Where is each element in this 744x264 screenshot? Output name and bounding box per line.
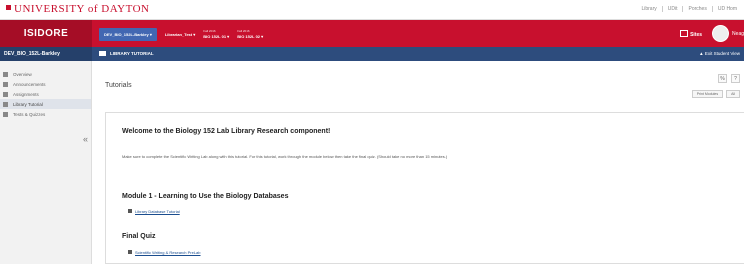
all-button[interactable]: All (726, 90, 740, 98)
book-icon (99, 51, 106, 56)
quiz-link[interactable]: Scientific Writing & Research PreLab (128, 250, 201, 255)
module-link-label: Library Database Tutorial (135, 209, 180, 214)
tool-title: LIBRARY TUTORIAL (99, 47, 154, 61)
tool-title-label: LIBRARY TUTORIAL (110, 51, 154, 56)
book-icon (3, 101, 8, 107)
main-content: Tutorials % ? Print Modules All Welcome … (92, 61, 744, 264)
intro-text: Make sure to complete the Scientific Wri… (122, 154, 448, 159)
exit-label: Exit Student View (704, 51, 740, 56)
sidebar-item-label: Assignments (13, 91, 39, 97)
header-right: Sites Neag (680, 25, 744, 42)
site-tab-librarian-test[interactable]: Librarian_Test ▾ (165, 32, 195, 37)
sites-label: Sites (690, 31, 703, 38)
top-links: Library UDit Porches UD Hom (636, 6, 742, 12)
site-title[interactable]: DEV_BIO_152L-Barkley (0, 47, 92, 61)
exit-student-view-button[interactable]: ▲ Exit Student View (699, 47, 740, 61)
site-tab-label: DEV_BIO_152L-Barkley (104, 31, 149, 37)
sidebar-item-tests-quizzes[interactable]: Tests & Quizzes (0, 109, 91, 119)
overview-icon (3, 71, 8, 77)
site-tab-dev-bio[interactable]: DEV_BIO_152L-Barkley ▾ (99, 27, 157, 41)
edit-buttons: Print Modules All (691, 90, 740, 98)
print-modules-button[interactable]: Print Modules (691, 90, 724, 98)
site-tab-label: Librarian_Test (164, 31, 193, 37)
module-title: Module 1 - Learning to Use the Biology D… (122, 193, 289, 200)
sites-button[interactable]: Sites (680, 29, 703, 38)
announcements-icon (3, 81, 8, 87)
quiz-link-label: Scientific Writing & Research PreLab (135, 250, 201, 255)
assignments-icon (3, 91, 8, 97)
site-tabs: DEV_BIO_152L-Barkley ▾ Librarian_Test ▾ … (99, 26, 271, 42)
check-icon (3, 111, 8, 117)
sidebar-item-overview[interactable]: Overview (0, 69, 91, 79)
quiz-icon (128, 250, 132, 254)
site-tab-bio-152l-01[interactable]: Fall 2016 BIO 152L 01 ▾ (203, 29, 229, 39)
page-icon (128, 209, 132, 213)
main-header: ISIDORE DEV_BIO_152L-Barkley ▾ Librarian… (0, 20, 744, 47)
university-name: UNIVERSITY of DAYTON (14, 3, 150, 15)
site-tab-label: BIO 152L 02 (237, 34, 261, 39)
welcome-heading: Welcome to the Biology 152 Lab Library R… (122, 128, 331, 135)
university-logo[interactable]: UNIVERSITY of DAYTON (6, 3, 149, 15)
sidebar-nav: Overview Announcements Assignments Libra… (0, 61, 91, 119)
lessons-panel: Welcome to the Biology 152 Lab Library R… (105, 112, 744, 264)
site-bar: DEV_BIO_152L-Barkley LIBRARY TUTORIAL ▲ … (0, 47, 744, 61)
top-link-library[interactable]: Library (636, 6, 663, 12)
site-tab-bio-152l-02[interactable]: Fall 2016 BIO 152L 02 ▾ (237, 29, 263, 39)
sidebar-item-label: Announcements (13, 81, 46, 87)
sidebar-item-label: Overview (13, 71, 32, 77)
module-link[interactable]: Library Database Tutorial (128, 209, 180, 214)
link-icon[interactable]: % (718, 74, 727, 83)
sidebar: Overview Announcements Assignments Libra… (0, 61, 92, 264)
sidebar-item-announcements[interactable]: Announcements (0, 79, 91, 89)
sidebar-item-assignments[interactable]: Assignments (0, 89, 91, 99)
top-link-udit[interactable]: UDit (663, 6, 684, 12)
university-bar: UNIVERSITY of DAYTON Library UDit Porches U… (0, 0, 744, 20)
brand-logo[interactable]: ISIDORE (0, 20, 92, 47)
user-name[interactable]: Neag (732, 31, 744, 37)
site-tab-label: BIO 152L 01 (203, 34, 227, 39)
sidebar-item-label: Tests & Quizzes (13, 111, 46, 117)
site-tab-term: Fall 2016 (237, 29, 250, 33)
site-tab-term: Fall 2016 (203, 29, 216, 33)
collapse-sidebar-icon[interactable]: « (83, 134, 88, 144)
page-title: Tutorials (105, 82, 132, 89)
top-link-porches[interactable]: Porches (683, 6, 713, 12)
sidebar-item-label: Library Tutorial (13, 101, 43, 107)
grid-icon (680, 29, 689, 37)
help-icon[interactable]: ? (731, 74, 740, 83)
logo-mark-icon (6, 5, 11, 10)
sidebar-item-library-tutorial[interactable]: Library Tutorial (0, 99, 91, 109)
tool-icons: % ? (718, 74, 740, 83)
avatar[interactable] (712, 25, 730, 42)
quiz-title: Final Quiz (122, 233, 156, 240)
top-link-ud-home[interactable]: UD Hom (713, 6, 742, 12)
